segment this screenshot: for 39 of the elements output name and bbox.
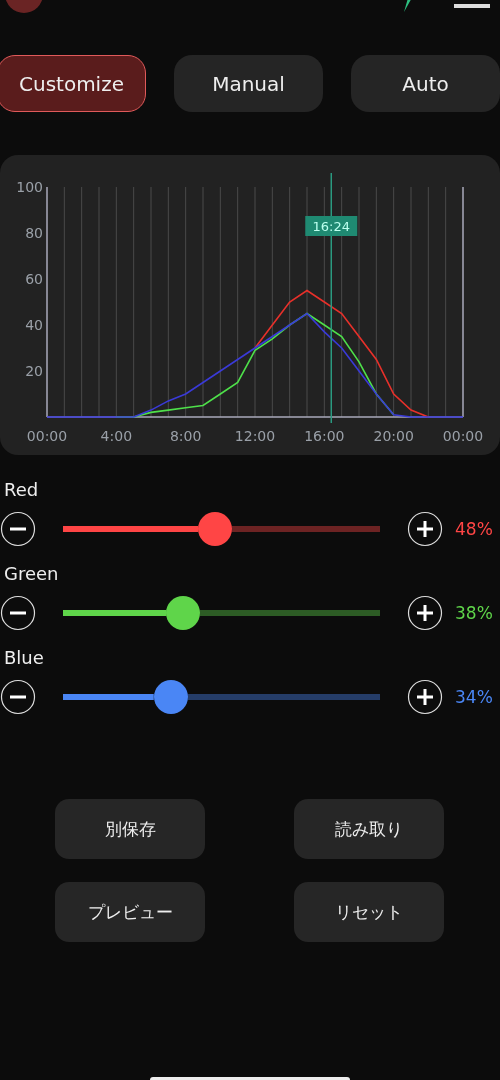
minus-icon[interactable] bbox=[0, 679, 36, 715]
x-tick-label: 8:00 bbox=[169, 428, 202, 444]
minus-icon[interactable] bbox=[0, 511, 36, 547]
y-tick-label: 20 bbox=[25, 363, 43, 379]
slider-thumb[interactable] bbox=[153, 680, 188, 714]
x-tick-label: 12:00 bbox=[234, 428, 276, 444]
plus-icon[interactable] bbox=[407, 679, 443, 715]
ref-line-label: 16:24 bbox=[312, 219, 350, 234]
x-tick-label: 20:00 bbox=[373, 428, 414, 444]
color-slider[interactable] bbox=[63, 512, 380, 546]
plus-icon[interactable] bbox=[407, 595, 443, 631]
x-tick-label: 4:00 bbox=[100, 428, 133, 444]
time-label: 16:24 bbox=[305, 216, 358, 236]
mode-tab[interactable]: Manual bbox=[174, 55, 323, 112]
action-button[interactable]: プレビュー bbox=[55, 882, 205, 942]
minus-icon[interactable] bbox=[0, 595, 36, 631]
action-button[interactable]: 読み取り bbox=[294, 799, 444, 859]
color-slider[interactable] bbox=[63, 680, 380, 714]
mode-tab[interactable]: Customize bbox=[0, 55, 146, 112]
channel-label: Blue bbox=[3, 647, 45, 670]
x-tick-label: 16:00 bbox=[304, 428, 345, 444]
x-tick-label: 00:00 bbox=[442, 428, 484, 444]
y-tick-label: 100 bbox=[16, 179, 43, 195]
channel-label: Green bbox=[3, 563, 60, 586]
level-reading: 48% bbox=[455, 519, 493, 539]
x-tick-label: 00:00 bbox=[26, 428, 68, 444]
slider-thumb[interactable] bbox=[166, 596, 201, 630]
color-slider[interactable] bbox=[63, 596, 380, 630]
level-reading: 38% bbox=[455, 603, 493, 623]
channel-label: Red bbox=[3, 479, 40, 502]
action-button[interactable]: 別保存 bbox=[55, 799, 205, 859]
y-tick-label: 40 bbox=[25, 317, 43, 333]
level-reading: 34% bbox=[455, 687, 493, 707]
y-tick-label: 60 bbox=[25, 271, 43, 287]
y-tick-label: 80 bbox=[25, 225, 43, 241]
slider-thumb[interactable] bbox=[198, 512, 233, 546]
action-button[interactable]: リセット bbox=[294, 882, 444, 942]
plus-icon[interactable] bbox=[407, 511, 443, 547]
mode-tab[interactable]: Auto bbox=[351, 55, 500, 112]
